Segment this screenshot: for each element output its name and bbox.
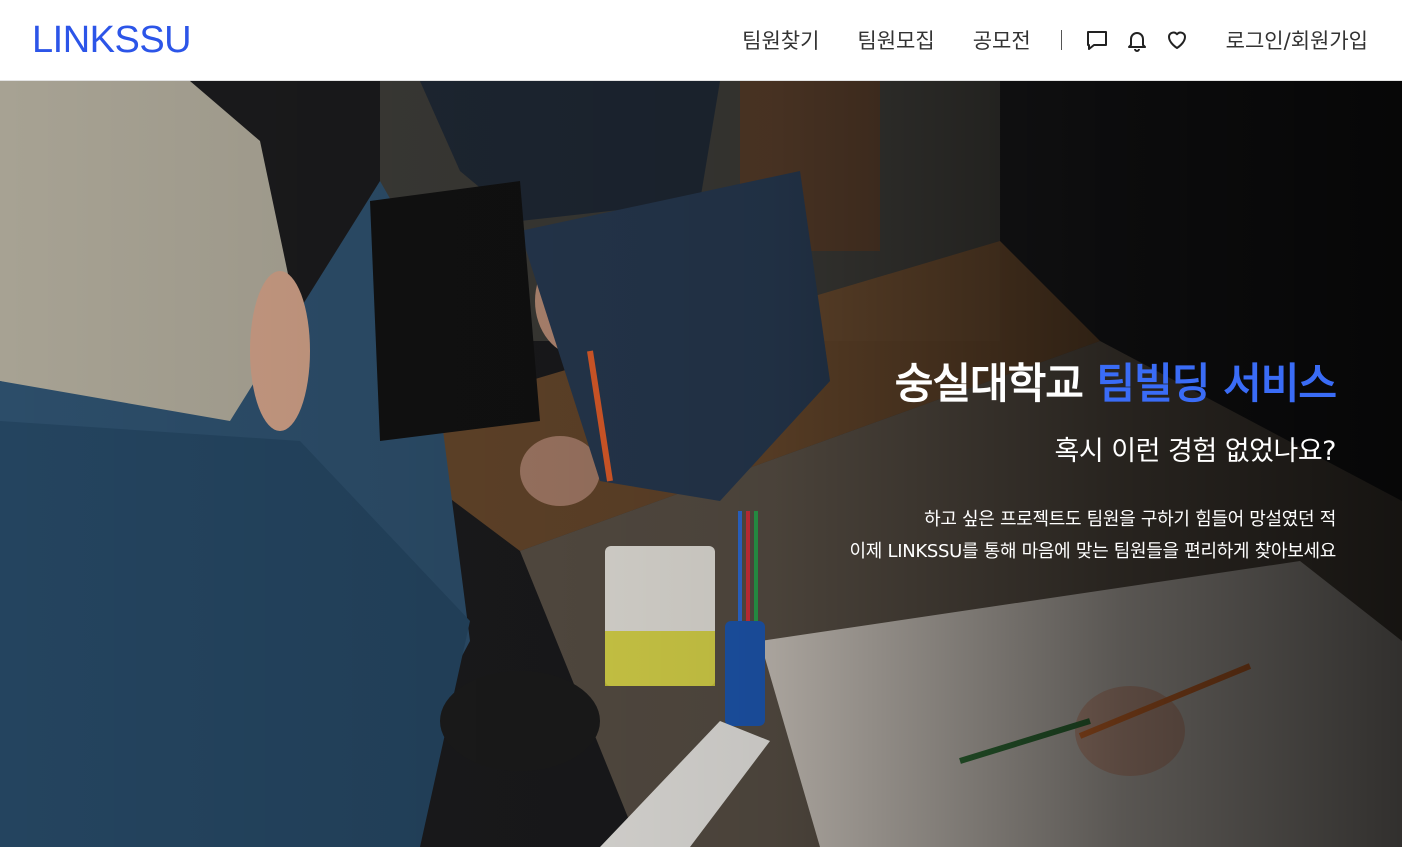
hero-title: 숭실대학교 팀빌딩 서비스 xyxy=(850,359,1337,409)
hero-desc-line-1: 하고 싶은 프로젝트도 팀원을 구하기 힘들어 망설였던 적 xyxy=(924,509,1336,531)
top-navbar: LINKSSU 팀원찾기 팀원모집 공모전 로그인/회원가입 xyxy=(0,0,1402,81)
hero-title-main: 숭실대학교 xyxy=(894,359,1097,408)
heart-icon[interactable] xyxy=(1164,27,1190,53)
login-signup-link[interactable]: 로그인/회원가입 xyxy=(1226,25,1368,55)
hero-subtitle: 혹시 이런 경험 없었나요? xyxy=(1054,436,1337,468)
logo[interactable]: LINKSSU xyxy=(32,19,192,62)
nav-right: 팀원찾기 팀원모집 공모전 로그인/회원가입 xyxy=(742,25,1368,55)
chat-icon[interactable] xyxy=(1084,27,1110,53)
hero-banner: 숭실대학교 팀빌딩 서비스 혹시 이런 경험 없었나요? 하고 싶은 프로젝트도… xyxy=(0,81,1402,847)
nav-divider xyxy=(1060,30,1062,50)
hero-desc-line-2: 이제 LINKSSU를 통해 마음에 맞는 팀원들을 편리하게 찾아보세요 xyxy=(849,541,1337,563)
nav-link-find-members[interactable]: 팀원찾기 xyxy=(742,25,819,55)
hero-title-accent: 팀빌딩 서비스 xyxy=(1096,359,1337,408)
nav-link-contests[interactable]: 공모전 xyxy=(973,25,1031,55)
nav-link-recruit-members[interactable]: 팀원모집 xyxy=(857,25,934,55)
hero-description: 하고 싶은 프로젝트도 팀원을 구하기 힘들어 망설였던 적 이제 LINKSS… xyxy=(849,504,1337,568)
hero-text-block: 숭실대학교 팀빌딩 서비스 혹시 이런 경험 없었나요? 하고 싶은 프로젝트도… xyxy=(849,359,1337,568)
bell-icon[interactable] xyxy=(1124,27,1150,53)
